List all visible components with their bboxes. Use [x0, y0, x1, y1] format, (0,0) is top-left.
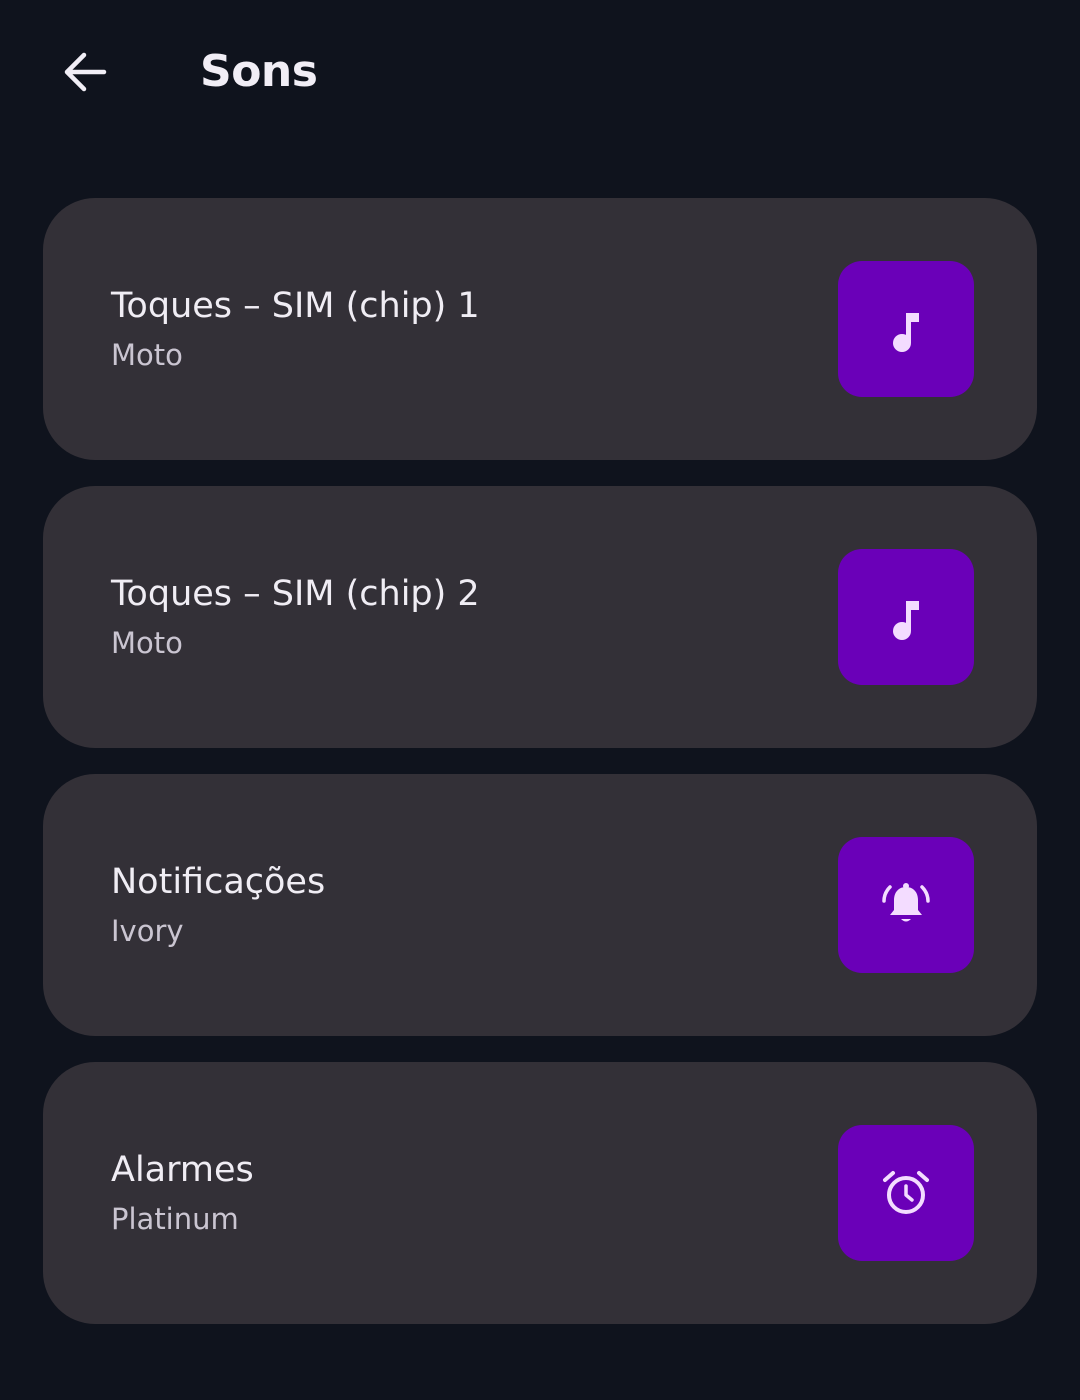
- top-app-bar: Sons: [0, 0, 1080, 150]
- ringtone-sim1-item[interactable]: Toques – SIM (chip) 1 Moto: [43, 198, 1037, 460]
- item-title: Toques – SIM (chip) 1: [111, 286, 480, 326]
- item-icon-tile: [838, 549, 974, 685]
- item-icon-tile: [838, 1125, 974, 1261]
- item-subtitle: Moto: [111, 626, 183, 660]
- item-icon-tile: [838, 837, 974, 973]
- sound-settings-list: Toques – SIM (chip) 1 Moto Toques – SIM …: [43, 198, 1037, 1350]
- notifications-item[interactable]: Notificações Ivory: [43, 774, 1037, 1036]
- item-title: Toques – SIM (chip) 2: [111, 574, 480, 614]
- arrow-back-icon: [64, 52, 107, 92]
- item-subtitle: Moto: [111, 338, 183, 372]
- back-button[interactable]: [44, 32, 124, 112]
- item-subtitle: Platinum: [111, 1202, 239, 1236]
- item-title: Notificações: [111, 862, 326, 902]
- page-title: Sons: [200, 46, 318, 97]
- alarm-clock-icon: [883, 1171, 929, 1214]
- item-icon-tile: [838, 261, 974, 397]
- item-title: Alarmes: [111, 1150, 254, 1190]
- music-note-icon: [893, 601, 919, 640]
- ringing-bell-icon: [882, 883, 930, 922]
- music-note-icon: [893, 313, 919, 352]
- item-subtitle: Ivory: [111, 914, 184, 948]
- alarms-item[interactable]: Alarmes Platinum: [43, 1062, 1037, 1324]
- ringtone-sim2-item[interactable]: Toques – SIM (chip) 2 Moto: [43, 486, 1037, 748]
